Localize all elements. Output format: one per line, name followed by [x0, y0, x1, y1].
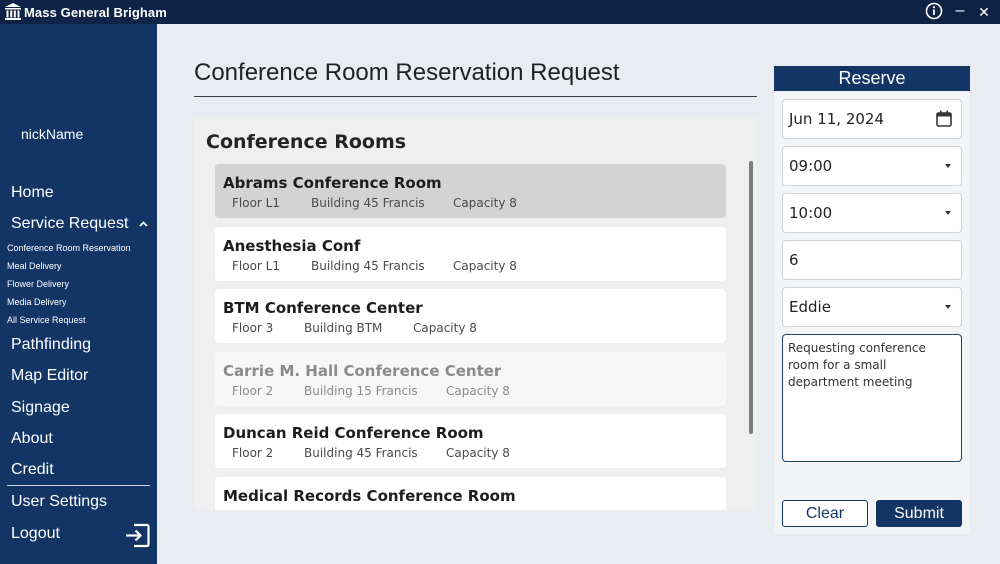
nav-user-settings[interactable]: User Settings [11, 493, 107, 511]
room-card[interactable]: Medical Records Conference Room [215, 477, 726, 510]
close-button[interactable]: ✕ [974, 0, 994, 20]
nav-sub-flower-delivery[interactable]: Flower Delivery [7, 279, 69, 289]
info-icon[interactable] [924, 2, 944, 22]
nav-service-request-label: Service Request [11, 215, 129, 232]
nav-pathfinding[interactable]: Pathfinding [11, 336, 91, 354]
room-building: Building 45 Francis [311, 259, 425, 273]
room-name: Anesthesia Conf [223, 237, 361, 255]
calendar-icon[interactable] [936, 110, 952, 127]
nav-sub-all-service-request[interactable]: All Service Request [7, 315, 86, 325]
sidebar-divider [7, 485, 150, 486]
start-time-value: 09:00 [789, 157, 833, 175]
attendees-value: 6 [789, 251, 799, 269]
conference-rooms-panel: Conference Rooms Abrams Conference Room … [194, 117, 757, 510]
nav-about[interactable]: About [11, 430, 53, 448]
room-building: Building BTM [304, 321, 383, 335]
nav-logout[interactable]: Logout [11, 525, 60, 543]
reserve-header: Reserve [774, 66, 970, 91]
nav-map-editor[interactable]: Map Editor [11, 367, 88, 385]
room-capacity: Capacity 8 [446, 384, 510, 398]
room-card[interactable]: Duncan Reid Conference Room Floor 2 Buil… [215, 414, 726, 468]
staff-select[interactable]: Eddie [782, 287, 962, 327]
clear-button[interactable]: Clear [782, 500, 868, 527]
room-name: Medical Records Conference Room [223, 487, 516, 505]
room-name: Duncan Reid Conference Room [223, 424, 484, 442]
room-floor: Floor L1 [232, 259, 280, 273]
staff-value: Eddie [789, 298, 831, 316]
reserve-panel: Reserve Jun 11, 2024 09:00 10:00 6 Eddie… [774, 66, 970, 534]
nav-sub-meal-delivery[interactable]: Meal Delivery [7, 261, 62, 271]
minimize-button[interactable]: – [950, 0, 970, 20]
app-title: Mass General Brigham [24, 5, 167, 20]
dropdown-caret-icon [945, 164, 951, 168]
logout-icon[interactable] [125, 523, 150, 548]
room-card[interactable]: Abrams Conference Room Floor L1 Building… [215, 164, 726, 218]
room-floor: Floor L1 [232, 196, 280, 210]
room-building: Building 45 Francis [304, 446, 418, 460]
nav-credit[interactable]: Credit [11, 461, 54, 479]
room-capacity: Capacity 8 [453, 196, 517, 210]
nav-signage[interactable]: Signage [11, 399, 70, 417]
room-card[interactable]: Anesthesia Conf Floor L1 Building 45 Fra… [215, 227, 726, 281]
submit-button[interactable]: Submit [876, 500, 962, 527]
date-picker[interactable]: Jun 11, 2024 [782, 99, 962, 139]
room-card[interactable]: BTM Conference Center Floor 3 Building B… [215, 289, 726, 343]
nav-home[interactable]: Home [11, 184, 54, 202]
start-time-select[interactable]: 09:00 [782, 146, 962, 186]
room-building: Building 45 Francis [311, 196, 425, 210]
notes-textarea[interactable]: Requesting conference room for a small d… [782, 334, 962, 462]
end-time-select[interactable]: 10:00 [782, 193, 962, 233]
username-label: nickName [21, 126, 84, 142]
room-capacity: Capacity 8 [453, 259, 517, 273]
room-name: Abrams Conference Room [223, 174, 442, 192]
chevron-up-icon [139, 220, 148, 227]
page-title: Conference Room Reservation Request [194, 59, 620, 86]
sidebar: nickName Home Service Request Conference… [0, 24, 157, 564]
hospital-logo-icon [5, 3, 21, 20]
title-bar: Mass General Brigham – ✕ [0, 0, 1000, 24]
dropdown-caret-icon [945, 211, 951, 215]
date-value: Jun 11, 2024 [789, 110, 885, 128]
room-floor: Floor 2 [232, 384, 274, 398]
title-divider [194, 96, 757, 97]
room-name: Carrie M. Hall Conference Center [223, 362, 502, 380]
attendees-field[interactable]: 6 [782, 240, 962, 280]
end-time-value: 10:00 [789, 204, 833, 222]
room-name: BTM Conference Center [223, 299, 423, 317]
room-capacity: Capacity 8 [413, 321, 477, 335]
dropdown-caret-icon [945, 305, 951, 309]
rooms-title: Conference Rooms [206, 131, 407, 153]
nav-sub-media-delivery[interactable]: Media Delivery [7, 297, 67, 307]
room-card[interactable]: Carrie M. Hall Conference Center Floor 2… [215, 352, 726, 406]
room-capacity: Capacity 8 [446, 446, 510, 460]
room-floor: Floor 3 [232, 321, 274, 335]
nav-service-request[interactable]: Service Request [11, 215, 148, 233]
rooms-scrollbar[interactable] [749, 161, 753, 434]
room-building: Building 15 Francis [304, 384, 418, 398]
nav-sub-conference-room-reservation[interactable]: Conference Room Reservation [7, 243, 131, 253]
room-floor: Floor 2 [232, 446, 274, 460]
